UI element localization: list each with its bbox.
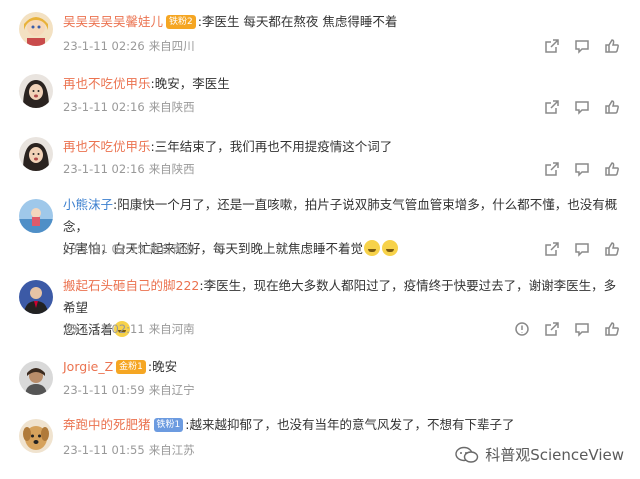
comment-username[interactable]: 吴吴吴吴吴馨娃儿 xyxy=(63,14,163,29)
avatar[interactable] xyxy=(19,74,53,108)
avatar[interactable] xyxy=(19,12,53,46)
share-icon[interactable] xyxy=(540,36,564,56)
comment-body: :越来越抑郁了，也没有当年的意气风发了，不想有下辈子了 xyxy=(185,417,515,432)
comment-body: :晚安 xyxy=(147,359,178,374)
report-icon[interactable] xyxy=(510,319,534,339)
comment-actions xyxy=(534,239,624,259)
comment-username[interactable]: 小熊沫子 xyxy=(63,197,113,212)
comment-time: 23-1-11 02:26 xyxy=(63,39,145,53)
comment-time: 23-1-11 02:16 xyxy=(63,162,145,176)
reply-icon[interactable] xyxy=(570,239,594,259)
reply-icon[interactable] xyxy=(570,97,594,117)
comment-body: :晚安，李医生 xyxy=(150,76,230,91)
avatar[interactable] xyxy=(19,199,53,233)
avatar[interactable] xyxy=(19,280,53,314)
fan-badge: 铁粉2 xyxy=(166,14,196,29)
like-icon[interactable] xyxy=(600,36,624,56)
share-icon[interactable] xyxy=(540,159,564,179)
reply-icon[interactable] xyxy=(570,319,594,339)
comment-time: 23-1-11 01:59 xyxy=(63,383,145,397)
reply-icon[interactable] xyxy=(570,36,594,56)
comment-actions xyxy=(534,36,624,56)
comment-location: 来自辽宁 xyxy=(148,383,195,397)
comment-username[interactable]: Jorgie_Z xyxy=(63,359,113,374)
fan-badge: 金粉1 xyxy=(116,359,146,374)
avatar[interactable] xyxy=(19,137,53,171)
share-icon[interactable] xyxy=(540,319,564,339)
comment-location: 来自青海 xyxy=(148,242,195,256)
comment-text: 再也不吃优甲乐:三年结束了，我们再也不用提疫情这个词了 xyxy=(63,136,624,158)
comment-actions xyxy=(534,159,624,179)
comment-meta: 23-1-11 02:16 来自陕西 xyxy=(63,161,199,177)
comment-time: 23-1-11 02:11 xyxy=(63,322,145,336)
comment-username[interactable]: 奔跑中的死肥猪 xyxy=(63,417,151,432)
comment-meta: 23-1-11 01:55 来自江苏 xyxy=(63,442,199,458)
comment-body: :李医生 每天都在熬夜 焦虑得睡不着 xyxy=(197,14,398,29)
comment-time: 23-1-11 01:55 xyxy=(63,443,145,457)
like-icon[interactable] xyxy=(600,319,624,339)
share-icon[interactable] xyxy=(540,97,564,117)
reply-icon[interactable] xyxy=(570,159,594,179)
like-icon[interactable] xyxy=(600,239,624,259)
like-icon[interactable] xyxy=(600,159,624,179)
avatar[interactable] xyxy=(19,361,53,395)
comment-location: 来自四川 xyxy=(148,39,195,53)
watermark: 科普观ScienceView xyxy=(455,444,624,465)
comment-location: 来自陕西 xyxy=(148,162,195,176)
comment-body: :三年结束了，我们再也不用提疫情这个词了 xyxy=(150,139,393,154)
comment-time: 23-1-11 02:13 xyxy=(63,242,145,256)
avatar[interactable] xyxy=(19,419,53,453)
comment-body: :阳康快一个月了，还是一直咳嗽，拍片子说双肺支气管血管束增多，什么都不懂，也没有… xyxy=(63,197,618,234)
comment-meta: 23-1-11 02:13 来自青海 xyxy=(63,241,199,257)
comment-location: 来自陕西 xyxy=(148,100,195,114)
comment-text: 再也不吃优甲乐:晚安，李医生 xyxy=(63,73,624,95)
comment-actions xyxy=(504,319,624,339)
comment-actions xyxy=(534,97,624,117)
comment-meta: 23-1-11 02:26 来自四川 xyxy=(63,38,199,54)
comment-meta: 23-1-11 01:59 来自辽宁 xyxy=(63,382,199,398)
comment-location: 来自河南 xyxy=(148,322,195,336)
comment-text: Jorgie_Z 金粉1:晚安 xyxy=(63,356,624,378)
comment-username[interactable]: 搬起石头砸自己的脚222 xyxy=(63,278,199,293)
comment-time: 23-1-11 02:16 xyxy=(63,100,145,114)
comment-location: 来自江苏 xyxy=(148,443,195,457)
comment-username[interactable]: 再也不吃优甲乐 xyxy=(63,76,151,91)
like-icon[interactable] xyxy=(600,97,624,117)
share-icon[interactable] xyxy=(540,239,564,259)
comment-meta: 23-1-11 02:16 来自陕西 xyxy=(63,99,199,115)
comment-meta: 23-1-11 02:11 来自河南 xyxy=(63,321,199,337)
fan-badge: 铁粉1 xyxy=(153,417,184,432)
watermark-text: 科普观ScienceView xyxy=(485,446,624,464)
comment-text: 吴吴吴吴吴馨娃儿 铁粉2:李医生 每天都在熬夜 焦虑得睡不着 xyxy=(63,11,624,33)
wechat-icon xyxy=(455,446,479,463)
comment-text: 奔跑中的死肥猪 铁粉1:越来越抑郁了，也没有当年的意气风发了，不想有下辈子了 xyxy=(63,414,624,436)
crying-emoji-icon xyxy=(364,240,381,256)
comment-username[interactable]: 再也不吃优甲乐 xyxy=(63,139,151,154)
crying-emoji-icon xyxy=(382,240,399,256)
